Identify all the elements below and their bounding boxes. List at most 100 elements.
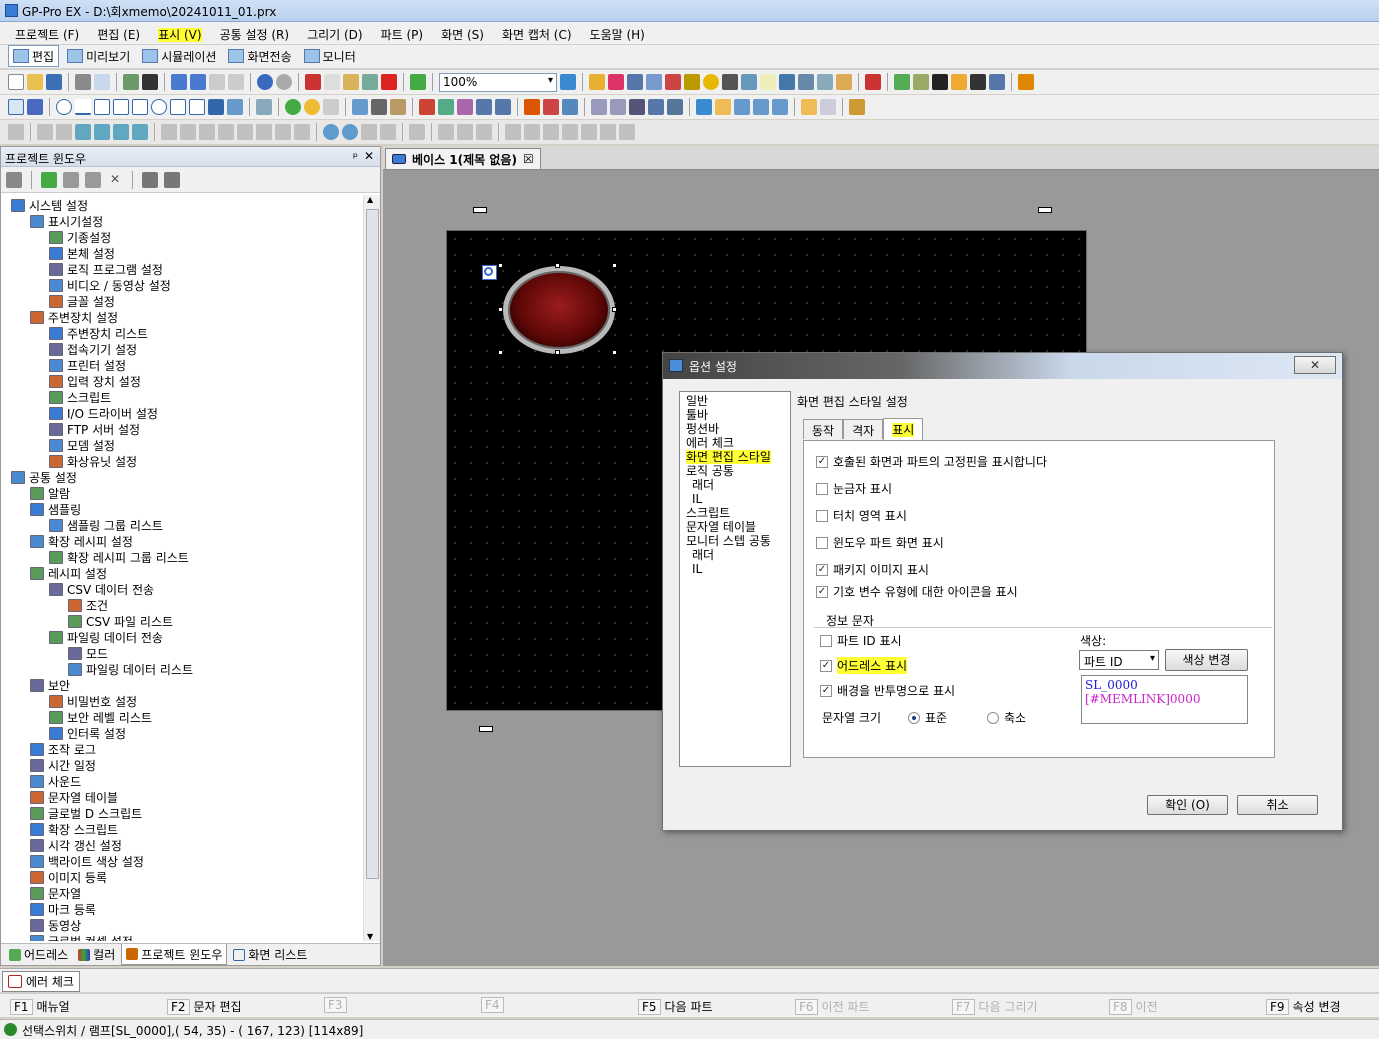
paste-item-icon[interactable] — [85, 171, 101, 188]
ladder-insert-icon[interactable] — [600, 124, 616, 140]
tree-node[interactable]: 접속기기 설정 — [49, 341, 137, 357]
save-icon[interactable] — [46, 74, 62, 90]
category-item[interactable]: 펑션바 — [686, 422, 719, 436]
close-all-icon[interactable] — [228, 74, 244, 90]
recipe-tool-icon[interactable] — [753, 99, 769, 115]
selection-handle[interactable] — [555, 350, 560, 355]
radio-standard[interactable]: 표준 — [908, 709, 947, 726]
tree-node[interactable]: 보안 레벨 리스트 — [49, 709, 152, 725]
tree-node[interactable]: CSV 파일 리스트 — [68, 613, 173, 629]
part-info-icon[interactable] — [482, 265, 497, 280]
screen-handle[interactable] — [473, 207, 487, 213]
open-folder-icon[interactable] — [27, 74, 43, 90]
tree-node[interactable]: 파일링 데이터 전송 — [49, 629, 163, 645]
menu-capture[interactable]: 화면 캡처 (C) — [493, 22, 581, 44]
scrollbar-thumb[interactable] — [366, 209, 379, 879]
tree-node[interactable]: 본체 설정 — [49, 245, 115, 261]
table-tool-icon[interactable] — [256, 99, 272, 115]
tree-node[interactable]: 로직 프로그램 설정 — [49, 261, 163, 277]
grid-snap-icon[interactable] — [37, 124, 53, 140]
align-bottom-icon[interactable] — [256, 124, 272, 140]
pc-icon[interactable] — [648, 99, 664, 115]
tree-node[interactable]: 조건 — [68, 597, 108, 613]
option-show-symbol-icon[interactable]: ✓ 기호 변수 유형에 대한 아이콘을 표시 — [816, 583, 1018, 600]
coil-icon[interactable] — [543, 124, 559, 140]
group-icon[interactable] — [8, 124, 24, 140]
scroll-down-icon[interactable]: ▼ — [367, 932, 373, 941]
distribute-h-icon[interactable] — [275, 124, 291, 140]
tree-node[interactable]: 사운드 — [30, 773, 81, 789]
string-icon[interactable] — [913, 74, 929, 90]
menu-screen[interactable]: 화면 (S) — [432, 22, 493, 44]
time-update-icon[interactable] — [836, 74, 852, 90]
tree-node[interactable]: 비밀번호 설정 — [49, 693, 137, 709]
print-icon[interactable] — [75, 74, 91, 90]
tree-node[interactable]: CSV 데이터 전송 — [49, 581, 154, 597]
capture-icon[interactable] — [142, 74, 158, 90]
scroll-up-icon[interactable]: ▲ — [367, 195, 373, 204]
tab-project-window[interactable]: 프로젝트 윈도우 — [121, 944, 228, 965]
alarm-icon[interactable] — [589, 74, 605, 90]
compass-icon[interactable] — [495, 99, 511, 115]
tool-box-icon[interactable] — [849, 99, 865, 115]
same-size-icon[interactable] — [409, 124, 425, 140]
align-right-icon[interactable] — [199, 124, 215, 140]
func-icon[interactable] — [562, 124, 578, 140]
tree-node[interactable]: 입력 장치 설정 — [49, 373, 141, 389]
category-item[interactable]: 화면 편집 스타일 — [686, 450, 771, 464]
function-key-f1[interactable]: F1 매뉴얼 — [10, 998, 70, 1015]
error-check-tab[interactable]: 에러 체크 — [2, 971, 80, 992]
tree-node[interactable]: 시간 일정 — [30, 757, 96, 773]
tab-screen-list[interactable]: 화면 리스트 — [229, 944, 311, 965]
menu-common-settings[interactable]: 공통 설정 (R) — [211, 22, 299, 44]
ok-button[interactable]: 확인 (O) — [1147, 795, 1228, 815]
tree-node[interactable]: 문자열 테이블 — [30, 789, 118, 805]
polyline-tool-icon[interactable] — [94, 99, 110, 115]
category-item[interactable]: IL — [692, 562, 702, 576]
tree-node[interactable]: 기종설정 — [49, 229, 111, 245]
expand-icon[interactable] — [164, 171, 180, 188]
folder-tool-icon[interactable] — [715, 99, 731, 115]
meter-icon[interactable] — [476, 99, 492, 115]
extended-script-icon[interactable] — [817, 74, 833, 90]
dot-tool-icon[interactable] — [56, 99, 72, 115]
selection-handle[interactable] — [498, 263, 503, 268]
image-tool-icon[interactable] — [227, 99, 243, 115]
flip-v-icon[interactable] — [380, 124, 396, 140]
tree-node[interactable]: 비디오 / 동영상 설정 — [49, 277, 171, 293]
tree-node[interactable]: 글로벌 D 스크립트 — [30, 805, 142, 821]
align-center-icon[interactable] — [180, 124, 196, 140]
switch-lamp-icon[interactable] — [323, 99, 339, 115]
paste-icon[interactable] — [343, 74, 359, 90]
close-screen-icon[interactable] — [209, 74, 225, 90]
tree-node[interactable]: 문자열 — [30, 885, 81, 901]
bring-front-icon[interactable] — [75, 124, 91, 140]
dialog-close-button[interactable]: ✕ — [1294, 356, 1336, 374]
global-script-icon[interactable] — [798, 74, 814, 90]
tree-node[interactable]: 인터록 설정 — [49, 725, 126, 741]
tree-node[interactable]: 샘플링 그룹 리스트 — [49, 517, 163, 533]
tree-node[interactable]: 시스템 설정 — [11, 197, 88, 213]
graph-icon[interactable] — [419, 99, 435, 115]
polygon-tool-icon[interactable] — [132, 99, 148, 115]
input-icon[interactable] — [390, 99, 406, 115]
rotate-left-icon[interactable] — [323, 124, 339, 140]
tree-node[interactable]: 글로벌 컨셉 설정 — [30, 933, 133, 941]
align-top-icon[interactable] — [218, 124, 234, 140]
recipe-icon[interactable] — [627, 74, 643, 90]
select-arrow-icon[interactable] — [8, 99, 24, 115]
tab-address[interactable]: 어드레스 — [5, 944, 72, 965]
monitor-list-icon[interactable] — [989, 74, 1005, 90]
lamp-part[interactable] — [503, 266, 615, 354]
keypad-icon[interactable] — [371, 99, 387, 115]
csv-icon[interactable] — [646, 74, 662, 90]
screen-handle[interactable] — [1038, 207, 1052, 213]
category-item[interactable]: IL — [692, 492, 702, 506]
ellipse-tool-icon[interactable] — [151, 99, 167, 115]
option-show-pins[interactable]: ✓ 호출된 화면과 파트의 고정핀을 표시합니다 — [816, 453, 1047, 470]
tree-node[interactable]: 주변장치 리스트 — [49, 325, 148, 341]
tree-node[interactable]: 주변장치 설정 — [30, 309, 118, 325]
sampling-icon[interactable] — [608, 74, 624, 90]
line-tool-icon[interactable] — [75, 99, 91, 115]
arc-tool-icon[interactable] — [170, 99, 186, 115]
